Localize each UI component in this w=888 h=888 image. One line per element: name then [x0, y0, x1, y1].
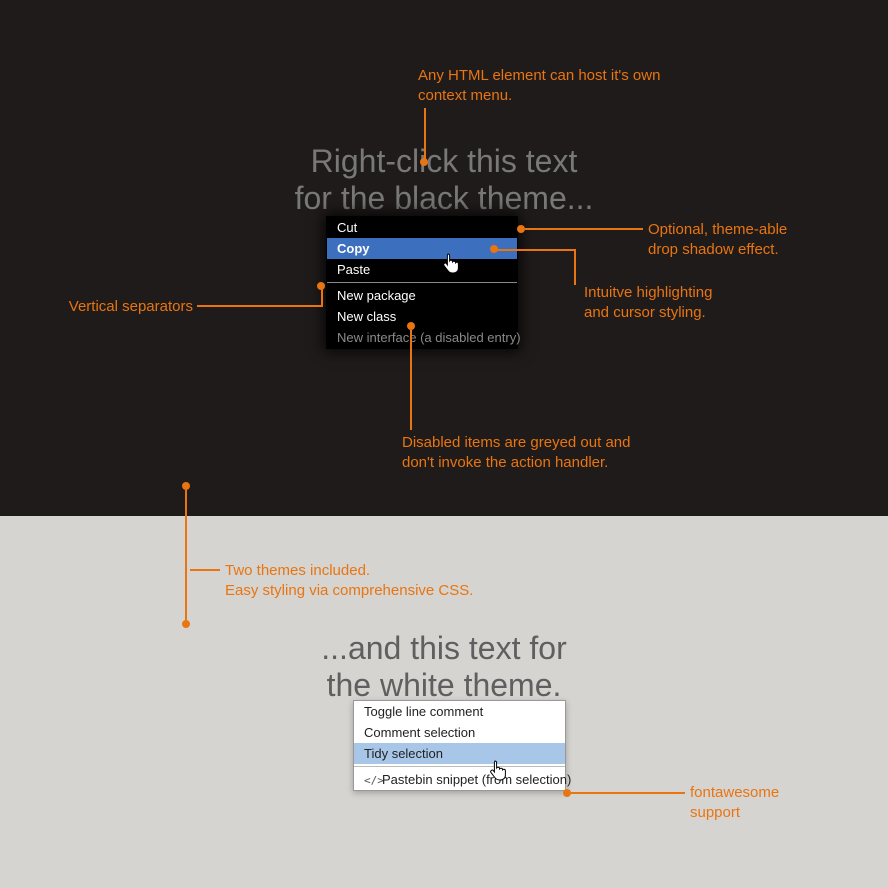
anno-themes: Two themes included. Easy styling via co… [225, 561, 473, 602]
anno-text: Vertical separators [69, 298, 193, 315]
anno-dot [420, 158, 428, 166]
menu-item-pastebin[interactable]: </>Pastebin snippet (from selection) [354, 769, 565, 790]
anno-line [525, 228, 643, 230]
anno-dot [563, 789, 571, 797]
anno-line [410, 330, 412, 430]
menu-separator-1 [327, 282, 517, 283]
menu-item-new-class[interactable]: New class [327, 306, 517, 327]
anno-text: context menu. [418, 87, 512, 104]
menu-item-comment-sel[interactable]: Comment selection [354, 722, 565, 743]
dark-headline[interactable]: Right-click this text for the black them… [0, 143, 888, 217]
anno-text: Intuitve highlighting [584, 284, 712, 301]
anno-highlight: Intuitve highlighting and cursor styling… [584, 283, 712, 324]
anno-text: Easy styling via comprehensive CSS. [225, 582, 473, 599]
anno-dot [407, 322, 415, 330]
dark-headline-line1: Right-click this text [311, 143, 578, 179]
menu-item-copy[interactable]: Copy [327, 238, 517, 259]
menu-item-cut[interactable]: Cut [327, 217, 517, 238]
anno-vsep: Vertical separators [63, 297, 193, 317]
dark-headline-line2: for the black theme... [295, 180, 594, 216]
menu-item-new-interface: New interface (a disabled entry) [327, 327, 517, 348]
anno-text: fontawesome [690, 784, 779, 801]
anno-dot [517, 225, 525, 233]
anno-text: and cursor styling. [584, 304, 706, 321]
anno-text: drop shadow effect. [648, 241, 779, 258]
anno-line [185, 490, 187, 620]
menu-separator-2 [354, 766, 565, 767]
anno-text: Two themes included. [225, 562, 370, 579]
anno-text: support [690, 804, 740, 821]
code-icon: </> [364, 774, 382, 787]
anno-html-host: Any HTML element can host it's own conte… [418, 66, 660, 107]
anno-line [197, 305, 323, 307]
anno-shadow: Optional, theme-able drop shadow effect. [648, 220, 787, 261]
anno-line [424, 108, 426, 161]
anno-line [574, 249, 576, 285]
menu-item-tidy-sel[interactable]: Tidy selection [354, 743, 565, 764]
menu-item-toggle-comment[interactable]: Toggle line comment [354, 701, 565, 722]
anno-text: Any HTML element can host it's own [418, 67, 660, 84]
anno-text: Optional, theme-able [648, 221, 787, 238]
light-headline-line1: ...and this text for [321, 630, 566, 666]
anno-line [571, 792, 685, 794]
anno-text: Disabled items are greyed out and [402, 434, 630, 451]
anno-disabled: Disabled items are greyed out and don't … [402, 433, 630, 474]
anno-text: don't invoke the action handler. [402, 454, 608, 471]
anno-line [190, 569, 220, 571]
menu-item-new-package[interactable]: New package [327, 285, 517, 306]
anno-dot [182, 620, 190, 628]
anno-dot [317, 282, 325, 290]
anno-dot [182, 482, 190, 490]
context-menu-white[interactable]: Toggle line comment Comment selection Ti… [353, 700, 566, 791]
light-headline[interactable]: ...and this text for the white theme. [0, 630, 888, 704]
context-menu-black[interactable]: Cut Copy Paste New package New class New… [326, 216, 518, 349]
anno-fontawesome: fontawesome support [690, 783, 779, 824]
menu-item-pastebin-label: Pastebin snippet (from selection) [382, 772, 571, 787]
anno-line [494, 249, 576, 251]
light-headline-line2: the white theme. [327, 667, 562, 703]
menu-item-paste[interactable]: Paste [327, 259, 517, 280]
